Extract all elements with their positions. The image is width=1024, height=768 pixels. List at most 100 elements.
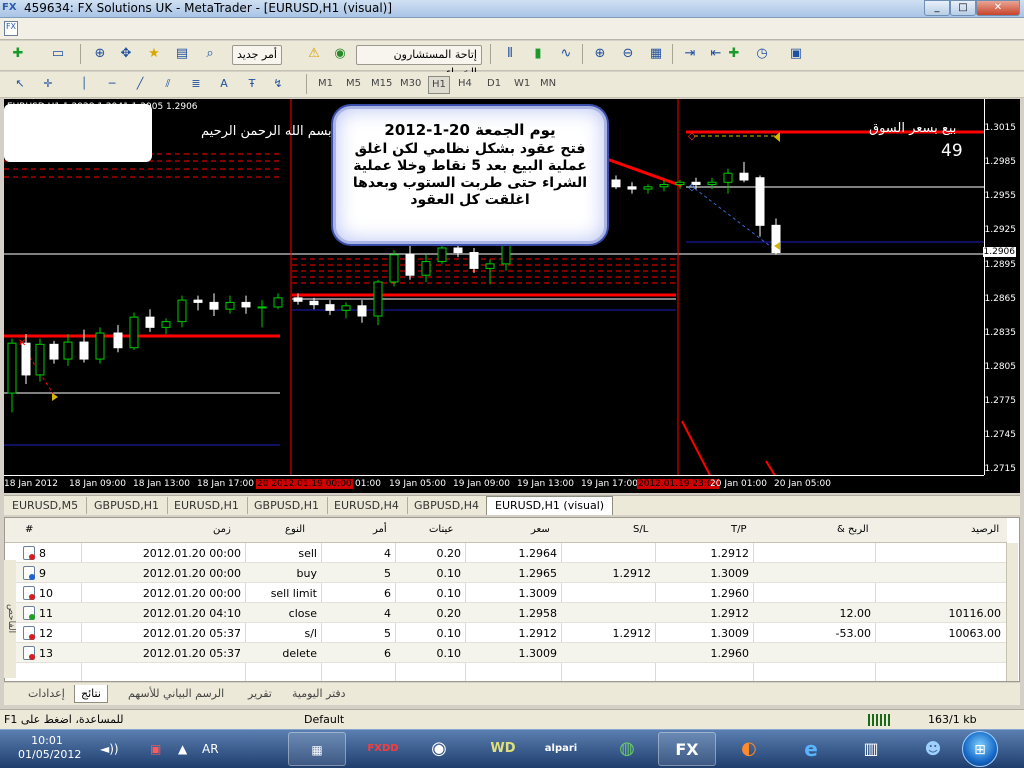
tab-gbpusd-h1-2[interactable]: GBPUSD,H1 (246, 497, 328, 514)
drawing-toolbar: ↖ ✛ │ ─ ╱ ⫽ ≣ A Ŧ ↯ M1 M5 M15 M30 H1 H4 … (0, 72, 1024, 98)
warning-icon[interactable]: ⚠ (304, 44, 324, 64)
header-balance[interactable]: الرصيد (971, 524, 999, 535)
tab-results[interactable]: نتائج (74, 685, 108, 703)
language-indicator[interactable]: AR (202, 742, 219, 756)
tab-journal[interactable]: دفتر اليومية (286, 685, 352, 703)
header-tp[interactable]: T/P (731, 524, 747, 535)
timeframe-m1[interactable]: M1 (318, 78, 333, 89)
alpari-taskbar-icon[interactable]: alpari (532, 732, 590, 766)
users-taskbar-icon[interactable]: ☻ (904, 732, 962, 766)
bar-chart-icon[interactable]: ⫴ (500, 44, 520, 64)
table-row[interactable]: 8 2012.01.20 00:00 sell 4 0.20 1.2964 1.2912 (5, 543, 1007, 563)
header-num[interactable]: # (25, 524, 33, 535)
header-price[interactable]: سعر (531, 524, 550, 535)
document-icon[interactable]: FX (4, 21, 18, 36)
tab-eurusd-h4[interactable]: EURUSD,H4 (326, 497, 408, 514)
wd-taskbar-icon[interactable]: WD (474, 732, 532, 766)
expert-advisors-icon[interactable]: ◉ (330, 44, 350, 64)
maximize-button[interactable]: □ (950, 0, 976, 16)
fx-taskbar-icon[interactable]: FX (658, 732, 716, 766)
terminal-icon[interactable]: ▤ (172, 44, 192, 64)
table-row[interactable]: 13 2012.01.20 05:37 delete 6 0.10 1.3009 1.296… (5, 643, 1007, 663)
tile-windows-icon[interactable]: ▦ (646, 44, 666, 64)
start-button[interactable]: ⊞ (962, 731, 998, 767)
data-window-icon[interactable]: ✥ (116, 44, 136, 64)
timeframe-d1[interactable]: D1 (487, 78, 501, 89)
callout-text: فتح عقود بشكل نظامي لكن اغلق عملية البيع… (352, 141, 588, 208)
tab-gbpusd-h4[interactable]: GBPUSD,H4 (406, 497, 488, 514)
clock[interactable]: 10:01 01/05/2012 (18, 734, 81, 762)
experts-button[interactable]: إتاحة المستشارون الخبراء (356, 45, 482, 79)
templates-icon[interactable]: ▣ (786, 44, 806, 64)
header-lots[interactable]: عينات (429, 524, 453, 535)
autoscroll-icon[interactable]: ⇥ (680, 44, 700, 64)
header-type[interactable]: النوع (285, 524, 305, 535)
header-order[interactable]: أمر (373, 524, 387, 535)
timeframe-m30[interactable]: M30 (400, 78, 421, 89)
globe-taskbar-icon[interactable]: ◍ (598, 732, 656, 766)
line-chart-icon[interactable]: ∿ (556, 44, 576, 64)
calculator-taskbar-icon[interactable]: ▥ (842, 732, 900, 766)
firefox-taskbar-icon[interactable]: ◐ (720, 732, 778, 766)
tab-settings[interactable]: إعدادات (22, 685, 71, 703)
profiles-icon[interactable]: ▭ (48, 44, 68, 64)
text-tool-icon[interactable]: A (214, 74, 234, 94)
metatrader-taskbar-icon[interactable]: ▦ (288, 732, 346, 766)
internet-explorer-taskbar-icon[interactable]: e (782, 732, 840, 766)
new-order-button[interactable]: أمر جديد (232, 45, 282, 65)
minimize-button[interactable]: _ (924, 0, 950, 16)
tab-gbpusd-h1[interactable]: GBPUSD,H1 (86, 497, 168, 514)
header-sl[interactable]: S/L (633, 524, 648, 535)
navigator-icon[interactable]: ★ (144, 44, 164, 64)
trendline-icon[interactable]: ╱ (130, 74, 150, 94)
table-row[interactable]: 10 2012.01.20 00:00 sell limit 6 0.10 1.3009 1… (5, 583, 1007, 603)
label-tool-icon[interactable]: Ŧ (242, 74, 262, 94)
tab-eurusd-h1[interactable]: EURUSD,H1 (166, 497, 248, 514)
strategy-tester-icon[interactable]: ⌕ (200, 44, 220, 64)
cursor-icon[interactable]: ↖ (10, 74, 30, 94)
taskbar: 10:01 01/05/2012 ◄)) ▣ ▲ AR ▦ FXDD ◉ WD … (0, 729, 1024, 768)
timeframe-m15[interactable]: M15 (371, 78, 392, 89)
candle-body (659, 184, 669, 188)
tab-report[interactable]: تقرير (242, 685, 278, 703)
timeframe-m5[interactable]: M5 (346, 78, 361, 89)
zoom-in-icon[interactable]: ⊕ (590, 44, 610, 64)
timeframe-mn[interactable]: MN (540, 78, 556, 89)
channel-icon[interactable]: ⫽ (158, 74, 178, 94)
side-tab-tester[interactable]: الفاحص (4, 560, 16, 678)
close-button[interactable]: ✕ (976, 0, 1020, 16)
table-row[interactable]: 9 2012.01.20 00:00 buy 5 0.10 1.2965 1.2912 1.3… (5, 563, 1007, 583)
fxdd-taskbar-icon[interactable]: FXDD (354, 732, 412, 766)
tab-eurusd-m5[interactable]: EURUSD,M5 (4, 497, 88, 514)
header-profit[interactable]: الربح & (837, 524, 869, 535)
title-bar: FX 459634: FX Solutions UK - MetaTrader … (0, 0, 1024, 18)
new-chart-icon[interactable]: ✚ (8, 44, 28, 64)
cell-balance: 10116.00 (948, 607, 1002, 620)
crosshair-icon[interactable]: ✛ (38, 74, 58, 94)
timeframe-h1[interactable]: H1 (428, 76, 450, 94)
candle-body (209, 301, 219, 310)
fibonacci-icon[interactable]: ≣ (186, 74, 206, 94)
chart-shift-icon[interactable]: ⇤ (706, 44, 726, 64)
market-watch-icon[interactable]: ⊕ (90, 44, 110, 64)
vertical-line-icon[interactable]: │ (74, 74, 94, 94)
chart-tabs: EURUSD,M5 GBPUSD,H1 EURUSD,H1 GBPUSD,H1 … (4, 495, 1020, 515)
sync-taskbar-icon[interactable]: ◉ (410, 732, 468, 766)
horizontal-line-icon[interactable]: ─ (102, 74, 122, 94)
table-row[interactable]: 12 2012.01.20 05:37 s/l 5 0.10 1.2912 1.2912 1.… (5, 623, 1007, 643)
header-time[interactable]: زمن (213, 524, 231, 535)
vertical-scrollbar[interactable] (1006, 543, 1018, 681)
timeframe-h4[interactable]: H4 (458, 78, 472, 89)
indicators-icon[interactable]: ✚ (724, 44, 744, 64)
network-icon[interactable]: ▣ (150, 742, 161, 756)
candlestick-icon[interactable]: ▮ (528, 44, 548, 64)
volume-icon[interactable]: ◄)) (100, 742, 119, 756)
tab-eurusd-h1-visual[interactable]: EURUSD,H1 (visual) (486, 496, 614, 515)
timeframe-w1[interactable]: W1 (514, 78, 530, 89)
show-hidden-icons[interactable]: ▲ (178, 742, 187, 756)
periods-icon[interactable]: ◷ (752, 44, 772, 64)
tab-graph[interactable]: الرسم البياني للأسهم (122, 685, 230, 703)
arrows-icon[interactable]: ↯ (268, 74, 288, 94)
zoom-out-icon[interactable]: ⊖ (618, 44, 638, 64)
table-row[interactable]: 11 2012.01.20 04:10 close 4 0.20 1.2958 1.2912… (5, 603, 1007, 623)
